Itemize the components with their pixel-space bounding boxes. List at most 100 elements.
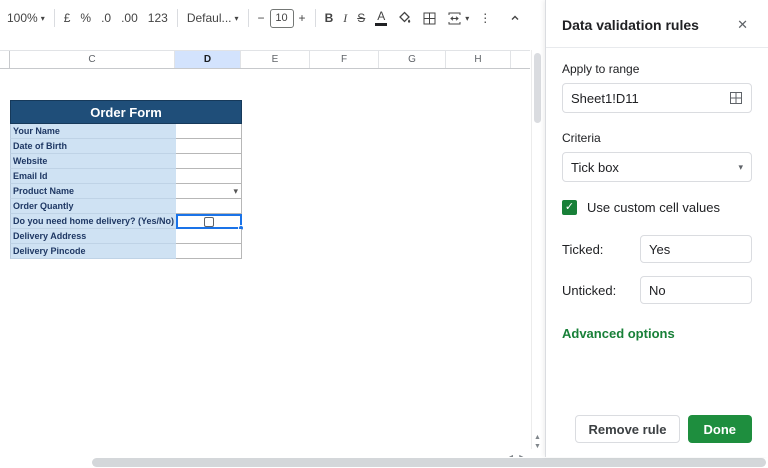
table-row: Do you need home delivery? (Yes/No) <box>10 214 242 229</box>
font-name: Defaul... <box>187 11 232 25</box>
column-header-f[interactable]: F <box>310 51 379 68</box>
table-row: Delivery Pincode <box>10 244 242 259</box>
ticked-input[interactable] <box>640 235 752 263</box>
value-cell[interactable] <box>176 199 242 214</box>
custom-values-checkbox[interactable]: ✓ <box>562 200 577 215</box>
value-cell[interactable] <box>176 139 242 154</box>
row-label-cell[interactable]: Date of Birth <box>10 139 176 154</box>
strikethrough-button[interactable]: S <box>352 7 370 29</box>
increase-font-size-button[interactable]: + <box>294 7 311 29</box>
check-icon: ✓ <box>565 201 574 213</box>
merge-cells-icon <box>447 11 462 26</box>
table-row: Email Id <box>10 169 242 184</box>
done-button[interactable]: Done <box>688 415 753 443</box>
zoom-dropdown[interactable]: 100% ▾ <box>2 7 50 29</box>
row-label-cell[interactable]: Delivery Address <box>10 229 176 244</box>
toolbar-divider <box>177 9 178 27</box>
order-form-title-cell[interactable]: Order Form <box>10 100 242 124</box>
currency-format-button[interactable]: £ <box>59 7 76 29</box>
column-headers: C D E F G H <box>0 50 530 69</box>
vertical-scroll-arrows[interactable]: ▲ ▼ <box>533 434 542 450</box>
vertical-scrollbar-handle[interactable] <box>534 53 541 123</box>
selected-cell-d11[interactable] <box>176 214 242 229</box>
delivery-checkbox[interactable] <box>204 217 214 227</box>
select-range-grid-icon[interactable] <box>729 91 743 105</box>
range-value: Sheet1!D11 <box>571 91 639 106</box>
value-cell[interactable] <box>176 244 242 259</box>
increase-decimal-button[interactable]: .00 <box>116 7 143 29</box>
row-label-cell[interactable]: Website <box>10 154 176 169</box>
row-label-cell[interactable]: Product Name <box>10 184 176 199</box>
close-icon[interactable]: ✕ <box>733 15 752 35</box>
chevron-down-icon: ▾ <box>41 14 45 23</box>
horizontal-scrollbar[interactable] <box>0 457 768 468</box>
decrease-decimal-button[interactable]: .0 <box>96 7 116 29</box>
column-header-e[interactable]: E <box>241 51 310 68</box>
unticked-input[interactable] <box>640 276 752 304</box>
scroll-down-icon[interactable]: ▼ <box>534 443 541 450</box>
row-label-cell[interactable]: Delivery Pincode <box>10 244 176 259</box>
horizontal-scrollbar-handle[interactable] <box>92 458 766 467</box>
column-header-d[interactable]: D <box>175 51 241 68</box>
value-cell[interactable] <box>176 169 242 184</box>
fill-color-button[interactable] <box>392 7 417 30</box>
sheet-grid[interactable]: Order Form Your Name Date of Birth Websi… <box>0 69 530 449</box>
unticked-row: Unticked: <box>562 276 752 304</box>
percent-format-button[interactable]: % <box>75 7 96 29</box>
font-dropdown[interactable]: Defaul... ▾ <box>182 7 244 29</box>
value-cell[interactable] <box>176 154 242 169</box>
more-toolbar-button[interactable]: ⋮ <box>474 7 496 29</box>
advanced-options-link[interactable]: Advanced options <box>562 326 752 341</box>
sidebar-body: Apply to range Sheet1!D11 Criteria Tick … <box>546 48 768 415</box>
column-header-h[interactable]: H <box>446 51 511 68</box>
range-input[interactable]: Sheet1!D11 <box>562 83 752 113</box>
value-cell[interactable] <box>176 124 242 139</box>
borders-icon <box>422 11 437 26</box>
font-size-input[interactable]: 10 <box>270 9 294 28</box>
italic-button[interactable]: I <box>338 7 352 30</box>
collapse-toolbar-button[interactable] <box>504 8 526 28</box>
criteria-value: Tick box <box>571 160 619 175</box>
text-color-button[interactable]: A <box>370 7 392 30</box>
bold-button[interactable]: B <box>320 7 339 29</box>
toolbar: 100% ▾ £ % .0 .00 123 Defaul... ▾ − 10 +… <box>0 0 540 36</box>
apply-to-range-label: Apply to range <box>562 62 752 76</box>
sidebar-footer: Remove rule Done <box>546 415 768 457</box>
toolbar-divider <box>54 9 55 27</box>
row-label-cell[interactable]: Your Name <box>10 124 176 139</box>
toolbar-divider <box>248 9 249 27</box>
scroll-up-icon[interactable]: ▲ <box>534 434 541 441</box>
merge-cells-button[interactable]: ▾ <box>442 7 474 30</box>
row-label-cell[interactable]: Do you need home delivery? (Yes/No) <box>10 214 176 229</box>
custom-values-label: Use custom cell values <box>587 200 720 215</box>
criteria-select[interactable]: Tick box ▾ <box>562 152 752 182</box>
toolbar-divider <box>315 9 316 27</box>
row-label-cell[interactable]: Email Id <box>10 169 176 184</box>
unticked-label: Unticked: <box>562 283 616 298</box>
paint-bucket-icon <box>397 11 412 26</box>
table-row: Product Name ▾ <box>10 184 242 199</box>
row-label-cell[interactable]: Order Quantly <box>10 199 176 214</box>
more-formats-button[interactable]: 123 <box>143 7 173 29</box>
table-row: Order Quantly <box>10 199 242 214</box>
product-name-dropdown-cell[interactable]: ▾ <box>176 184 242 199</box>
zoom-value: 100% <box>7 11 38 25</box>
custom-values-row: ✓ Use custom cell values <box>562 200 752 215</box>
google-sheets-app: 100% ▾ £ % .0 .00 123 Defaul... ▾ − 10 +… <box>0 0 768 468</box>
sidebar-header: Data validation rules ✕ <box>546 0 768 47</box>
chevron-down-icon: ▾ <box>465 14 469 23</box>
column-header-c[interactable]: C <box>10 51 175 68</box>
borders-button[interactable] <box>417 7 442 30</box>
value-cell[interactable] <box>176 229 242 244</box>
ticked-label: Ticked: <box>562 242 603 257</box>
decrease-font-size-button[interactable]: − <box>253 7 270 29</box>
data-validation-sidebar: Data validation rules ✕ Apply to range S… <box>545 0 768 457</box>
remove-rule-button[interactable]: Remove rule <box>575 415 679 443</box>
table-row: Delivery Address <box>10 229 242 244</box>
vertical-scrollbar[interactable] <box>531 50 542 449</box>
chevron-down-icon: ▾ <box>738 162 743 173</box>
column-header-g[interactable]: G <box>379 51 446 68</box>
table-row: Date of Birth <box>10 139 242 154</box>
ticked-row: Ticked: <box>562 235 752 263</box>
chevron-up-icon <box>509 12 521 24</box>
